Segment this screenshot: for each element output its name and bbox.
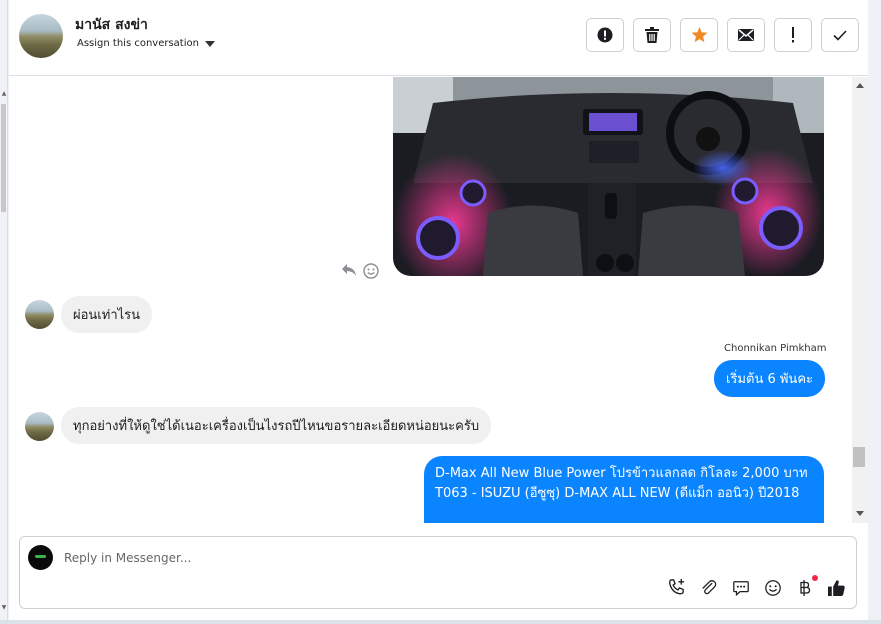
contact-name[interactable]: มานัส สงข่า [75, 14, 148, 36]
left-edge-scrollbar[interactable]: ▲ ▼ [0, 0, 8, 624]
saved-replies-button[interactable] [730, 577, 751, 598]
scroll-up-arrow-icon[interactable] [856, 83, 864, 88]
scroll-thumb[interactable] [853, 447, 865, 467]
baht-payment-icon [799, 579, 810, 596]
incoming-message-bubble[interactable]: ผ่อนเท่าไรน [61, 296, 153, 333]
conversation-panel: มานัส สงข่า Assign this conversation ผ่อ… [9, 0, 868, 620]
envelope-icon [738, 29, 754, 41]
outgoing-message-bubble-long[interactable]: D-Max All New Blue Power โปรข้าวแลกลด กิ… [424, 456, 824, 523]
spam-button[interactable] [586, 18, 624, 52]
delete-button[interactable] [633, 18, 671, 52]
image-attachment[interactable] [393, 77, 824, 276]
page-avatar [28, 545, 53, 570]
emoji-reaction-icon[interactable] [363, 263, 379, 279]
page-bottom-strip [0, 620, 881, 624]
star-button[interactable] [680, 18, 718, 52]
contact-avatar-small[interactable] [25, 300, 54, 329]
like-button[interactable] [826, 577, 847, 598]
message-line: T063 - ISUZU (อีซูซุ) D-MAX ALL NEW (ดีแ… [435, 486, 800, 501]
header-actions [586, 18, 859, 52]
assign-label: Assign this conversation [77, 38, 199, 49]
payment-button[interactable] [794, 575, 818, 598]
sender-name: Chonnikan Pimkham [724, 343, 827, 354]
follow-up-button[interactable] [774, 18, 812, 52]
scroll-down-arrow-icon[interactable] [856, 511, 864, 516]
reply-icon[interactable] [341, 263, 357, 277]
car-interior-photo [393, 77, 824, 276]
emoji-icon [764, 579, 781, 596]
scroll-down-arrow-icon[interactable]: ▼ [0, 604, 8, 611]
star-icon [691, 27, 707, 43]
saved-replies-icon [732, 580, 749, 596]
emoji-button[interactable] [762, 577, 783, 598]
message-thread[interactable]: ผ่อนเท่าไรน Chonnikan Pimkham เริ่มต้น 6… [9, 77, 852, 523]
notification-dot [812, 575, 818, 581]
call-add-icon [669, 578, 685, 595]
trash-icon [645, 27, 659, 43]
incoming-message-bubble[interactable]: ทุกอย่างที่ให้ดูใช่ได้เนอะเครื่องเป็นไงร… [61, 407, 492, 444]
composer-tools [666, 575, 847, 598]
contact-avatar-small[interactable] [25, 412, 54, 441]
contact-avatar[interactable] [19, 14, 63, 58]
call-button[interactable] [666, 577, 687, 598]
chevron-down-icon [204, 40, 215, 47]
scroll-up-arrow-icon[interactable]: ▲ [0, 90, 8, 97]
assign-conversation-dropdown[interactable]: Assign this conversation [77, 38, 215, 49]
message-line: D-Max All New Blue Power โปรข้าวแลกลด กิ… [435, 466, 808, 481]
scroll-thumb[interactable] [1, 104, 6, 212]
mark-unread-button[interactable] [727, 18, 765, 52]
message-composer [19, 536, 857, 609]
alert-circle-icon [597, 27, 613, 43]
conversation-header: มานัส สงข่า Assign this conversation [9, 0, 868, 76]
attach-button[interactable] [698, 577, 719, 598]
thread-scrollbar[interactable] [852, 77, 868, 523]
page-margin-right [868, 0, 881, 624]
mark-done-button[interactable] [821, 18, 859, 52]
thumbs-up-icon [827, 579, 845, 596]
reply-input[interactable] [64, 549, 664, 567]
check-icon [833, 29, 847, 41]
paperclip-icon [702, 579, 716, 594]
outgoing-message-bubble[interactable]: เริ่มต้น 6 พันคะ [714, 360, 825, 397]
exclamation-icon [792, 27, 794, 43]
